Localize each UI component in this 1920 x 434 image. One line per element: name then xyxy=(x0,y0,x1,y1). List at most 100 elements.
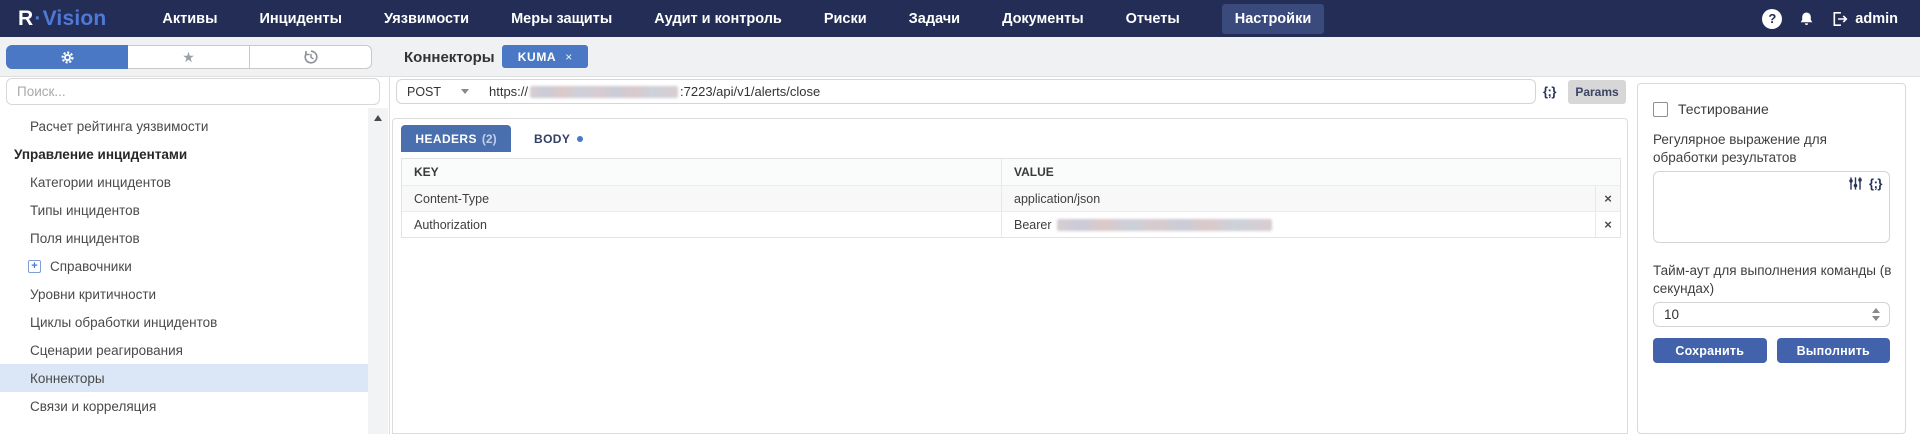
sidebar-item-label: Циклы обработки инцидентов xyxy=(30,315,217,330)
nav-item-incidents[interactable]: Инциденты xyxy=(259,11,342,27)
redacted-host xyxy=(530,86,678,98)
scroll-up-icon[interactable] xyxy=(374,115,382,121)
column-header-actions xyxy=(1596,159,1620,185)
sidebar-section-incident-management: Управление инцидентами xyxy=(0,140,368,168)
url-prefix: https:// xyxy=(489,84,528,99)
header-key-cell[interactable]: Content-Type xyxy=(402,186,1002,211)
user-menu[interactable]: admin xyxy=(1831,11,1898,27)
history-icon xyxy=(303,49,319,65)
stepper-up-icon[interactable] xyxy=(1872,308,1880,313)
regex-label: Регулярное выражение для обработки резул… xyxy=(1653,131,1895,166)
sidebar-item-response-scenarios[interactable]: Сценарии реагирования xyxy=(0,336,368,364)
headers-table: KEY VALUE Content-Type application/json … xyxy=(401,158,1621,238)
redacted-token xyxy=(1057,219,1272,231)
sidebar-item-label: Поля инцидентов xyxy=(30,231,140,246)
header-value-cell[interactable]: Bearer xyxy=(1002,212,1595,237)
params-button[interactable]: Params xyxy=(1568,80,1626,104)
sidebar-item-label: Расчет рейтинга уязвимости xyxy=(30,119,208,134)
nav-item-safeguards[interactable]: Меры защиты xyxy=(511,11,612,27)
request-editor-card: HEADERS (2) BODY KEY VALUE Content-Type … xyxy=(392,118,1628,434)
remove-row-button[interactable]: × xyxy=(1595,212,1620,237)
save-button[interactable]: Сохранить xyxy=(1653,338,1767,363)
stepper-down-icon[interactable] xyxy=(1872,316,1880,321)
sidebar-item-incident-fields[interactable]: Поля инцидентов xyxy=(0,224,368,252)
testing-checkbox-row: Тестирование xyxy=(1653,101,1890,117)
chevron-down-icon xyxy=(461,89,469,94)
sidebar-scrollbar[interactable] xyxy=(368,108,388,434)
method-select[interactable]: POST xyxy=(396,79,478,104)
nav-item-reports[interactable]: Отчеты xyxy=(1126,11,1180,27)
rvision-logo: R · Vision xyxy=(18,7,106,31)
logo-rest: Vision xyxy=(43,7,107,31)
sidebar-item-dictionaries[interactable]: + Справочники xyxy=(0,252,368,280)
tab-headers-label: HEADERS xyxy=(415,132,476,146)
tab-headers[interactable]: HEADERS (2) xyxy=(401,125,511,152)
topbar-actions: ? admin xyxy=(1762,0,1898,37)
timeout-input[interactable] xyxy=(1653,302,1890,327)
timeout-stepper xyxy=(1872,308,1880,321)
tab-settings-view[interactable] xyxy=(6,45,128,69)
notifications-button[interactable] xyxy=(1799,11,1814,27)
sidebar-item-label: Уровни критичности xyxy=(30,287,156,302)
testing-checkbox-label: Тестирование xyxy=(1678,101,1769,117)
search-input[interactable] xyxy=(6,78,380,105)
sidebar-item-incident-categories[interactable]: Категории инцидентов xyxy=(0,168,368,196)
panel-buttons: Сохранить Выполнить xyxy=(1653,338,1890,363)
sidebar-item-vuln-rating[interactable]: Расчет рейтинга уязвимости xyxy=(0,112,368,140)
settings-sidebar: Расчет рейтинга уязвимости Управление ин… xyxy=(0,77,390,434)
table-header-row: KEY VALUE xyxy=(402,159,1620,185)
url-input[interactable]: https:// :7223/api/v1/alerts/close xyxy=(477,79,1536,104)
table-row: Authorization Bearer × xyxy=(402,211,1620,237)
logo-r: R xyxy=(18,7,33,31)
sidebar-item-label: Справочники xyxy=(50,259,132,274)
sidebar-item-connectors[interactable]: Коннекторы xyxy=(0,364,368,392)
variables-braces-icon[interactable]: {;} xyxy=(1869,176,1882,191)
nav-item-assets[interactable]: Активы xyxy=(162,11,217,27)
remove-row-button[interactable]: × xyxy=(1595,186,1620,211)
logout-icon xyxy=(1831,11,1848,27)
nav-item-tasks[interactable]: Задачи xyxy=(909,11,960,27)
username: admin xyxy=(1855,11,1898,27)
regex-field-wrapper: {;} xyxy=(1653,171,1890,248)
nav-item-audit[interactable]: Аудит и контроль xyxy=(654,11,782,27)
document-tab-label: KUMA xyxy=(518,50,556,64)
logo-dot: · xyxy=(34,7,41,31)
run-button[interactable]: Выполнить xyxy=(1777,338,1891,363)
tab-headers-count: (2) xyxy=(482,132,497,146)
star-icon: ★ xyxy=(182,50,195,64)
sidebar-item-incident-types[interactable]: Типы инцидентов xyxy=(0,196,368,224)
main-menu: Активы Инциденты Уязвимости Меры защиты … xyxy=(162,4,1324,34)
sidebar-item-label: Типы инцидентов xyxy=(30,203,140,218)
testing-checkbox[interactable] xyxy=(1653,102,1668,117)
nav-item-documents[interactable]: Документы xyxy=(1002,11,1084,27)
timeout-label: Тайм-аут для выполнения команды (в секун… xyxy=(1653,262,1895,297)
column-header-key: KEY xyxy=(402,159,1002,185)
header-key-cell[interactable]: Authorization xyxy=(402,212,1002,237)
sidebar-item-criticality-levels[interactable]: Уровни критичности xyxy=(0,280,368,308)
variables-braces-icon[interactable]: {;} xyxy=(1543,84,1556,99)
sidebar-item-incident-workflows[interactable]: Циклы обработки инцидентов xyxy=(0,308,368,336)
expand-plus-icon[interactable]: + xyxy=(28,260,41,273)
nav-item-settings[interactable]: Настройки xyxy=(1222,4,1325,34)
column-header-value: VALUE xyxy=(1002,159,1596,185)
nav-item-vulnerabilities[interactable]: Уязвимости xyxy=(384,11,469,27)
nav-item-risks[interactable]: Риски xyxy=(824,11,867,27)
sidebar-item-links-correlation[interactable]: Связи и корреляция xyxy=(0,392,368,420)
sidebar-item-label: Связи и корреляция xyxy=(30,399,156,414)
document-tab-kuma[interactable]: KUMA × xyxy=(502,45,588,68)
close-icon[interactable]: × xyxy=(565,50,572,64)
url-suffix: :7223/api/v1/alerts/close xyxy=(680,84,820,99)
tab-body[interactable]: BODY xyxy=(534,125,583,152)
tab-favorites-view[interactable]: ★ xyxy=(128,45,250,69)
page-title: Коннекторы xyxy=(404,44,495,70)
sliders-icon[interactable] xyxy=(1848,176,1863,191)
sidebar-item-label: Коннекторы xyxy=(30,371,105,386)
help-icon: ? xyxy=(1768,11,1776,26)
settings-list: Расчет рейтинга уязвимости Управление ин… xyxy=(0,112,368,420)
testing-panel: Тестирование Регулярное выражение для об… xyxy=(1637,83,1906,434)
sidebar-item-label: Категории инцидентов xyxy=(30,175,171,190)
timeout-field-wrapper xyxy=(1653,302,1890,327)
tab-history-view[interactable] xyxy=(250,45,372,69)
header-value-cell[interactable]: application/json xyxy=(1002,186,1595,211)
help-button[interactable]: ? xyxy=(1762,9,1782,29)
